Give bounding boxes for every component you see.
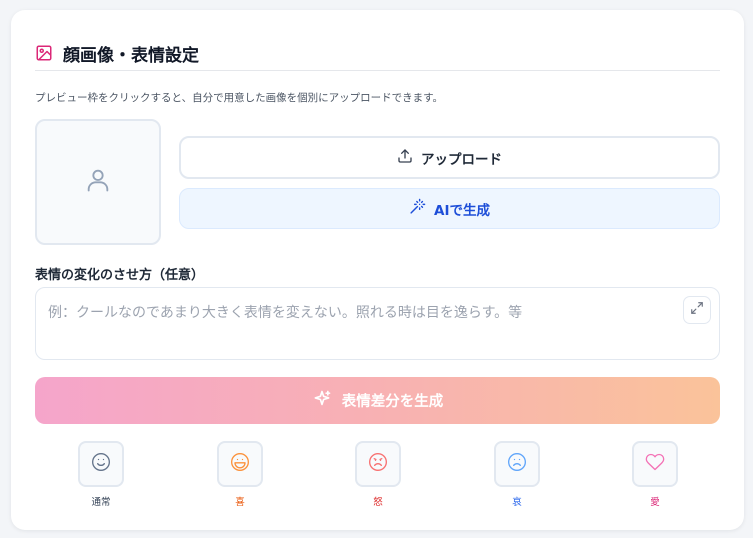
expression-placeholder: 例：クールなのであまり大きく表情を変えない。照れる時は目を逸らす。等 xyxy=(48,305,523,321)
emotion-sorrow-label: 哀 xyxy=(512,497,522,508)
magic-wand-icon xyxy=(409,198,426,219)
laugh-icon xyxy=(230,452,250,476)
user-icon xyxy=(84,166,112,198)
emotion-joy[interactable]: 喜 xyxy=(215,441,265,508)
image-preview-frame[interactable] xyxy=(35,119,161,245)
emotion-anger-box xyxy=(355,441,401,487)
angry-icon xyxy=(368,452,388,476)
upload-button-label: アップロード xyxy=(421,151,502,168)
face-settings-card: 顔画像・表情設定 プレビュー枠をクリックすると、自分で用意した画像を個別にアップ… xyxy=(11,10,744,530)
generate-expressions-button[interactable]: 表情差分を生成 xyxy=(35,377,720,424)
frown-icon xyxy=(507,452,527,476)
emotion-anger[interactable]: 怒 xyxy=(353,441,403,508)
emotion-love-label: 愛 xyxy=(650,497,660,508)
emotion-love-box xyxy=(632,441,678,487)
upload-icon xyxy=(397,148,413,168)
section-description: プレビュー枠をクリックすると、自分で用意した画像を個別にアップロードできます。 xyxy=(35,92,444,104)
generate-expressions-label: 表情差分を生成 xyxy=(341,394,444,410)
emotion-joy-box xyxy=(217,441,263,487)
section-title: 顔画像・表情設定 xyxy=(63,45,199,66)
sparkles-icon xyxy=(312,389,332,413)
image-icon xyxy=(35,44,53,62)
smile-icon xyxy=(91,452,111,476)
emotion-list: 通常 喜 怒 哀 愛 xyxy=(35,441,720,511)
emotion-love[interactable]: 愛 xyxy=(630,441,680,508)
ai-generate-button[interactable]: AIで生成 xyxy=(179,188,720,229)
upload-button[interactable]: アップロード xyxy=(179,136,720,179)
heart-icon xyxy=(645,452,665,476)
expression-label: 表情の変化のさせ方（任意） xyxy=(35,268,205,283)
section-header: 顔画像・表情設定 xyxy=(35,36,720,70)
emotion-sorrow-box xyxy=(494,441,540,487)
emotion-sorrow[interactable]: 哀 xyxy=(492,441,542,508)
emotion-anger-label: 怒 xyxy=(373,497,383,508)
emotion-normal-label: 通常 xyxy=(91,497,111,508)
expand-button[interactable] xyxy=(683,296,711,324)
expand-icon xyxy=(690,301,704,319)
expression-textarea[interactable]: 例：クールなのであまり大きく表情を変えない。照れる時は目を逸らす。等 xyxy=(35,287,720,360)
ai-generate-label: AIで生成 xyxy=(434,202,490,219)
emotion-joy-label: 喜 xyxy=(235,497,245,508)
emotion-normal-box xyxy=(78,441,124,487)
emotion-normal[interactable]: 通常 xyxy=(76,441,126,508)
header-divider xyxy=(35,70,720,71)
